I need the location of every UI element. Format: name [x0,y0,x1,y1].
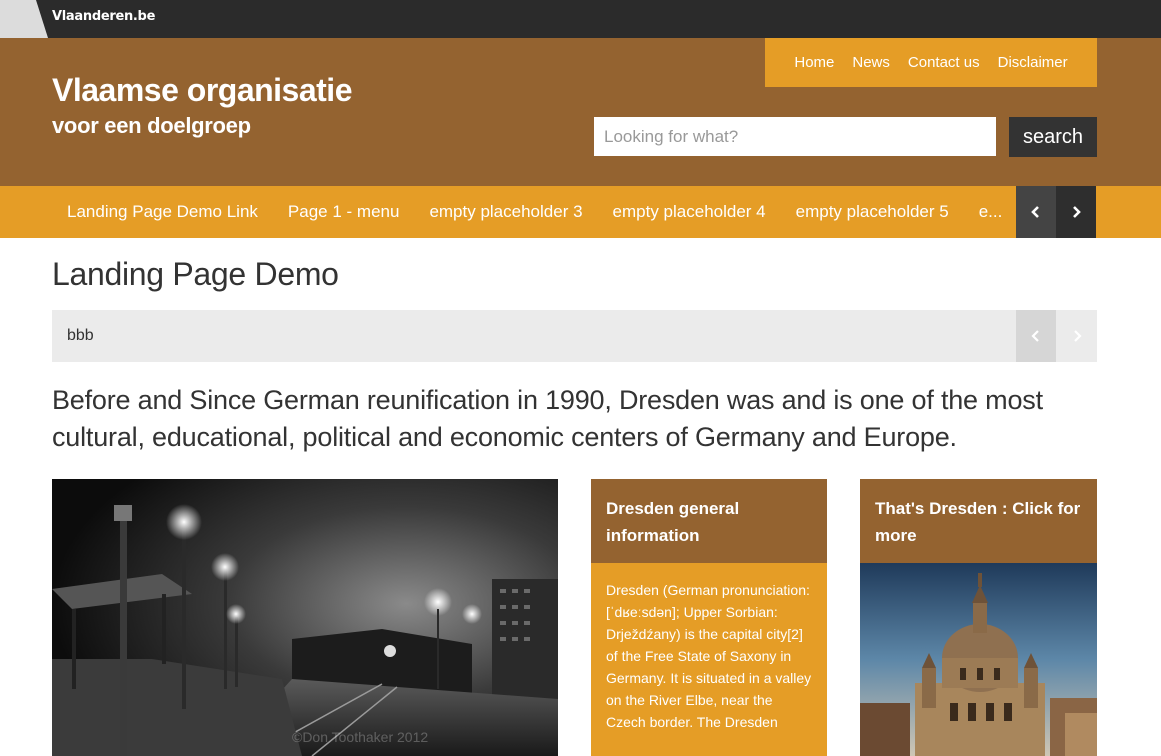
card-title[interactable]: Dresden general information [606,495,816,549]
train-station-photo[interactable]: ©Don Toothaker 2012 [52,479,558,756]
breadcrumb[interactable]: bbb [67,327,94,345]
utility-nav-contact[interactable]: Contact us [899,54,989,71]
site-subtitle: voor een doelgroep [52,113,251,138]
main-nav-item-placeholder-5[interactable]: empty placeholder 5 [781,202,964,222]
main-nav: Landing Page Demo Link Page 1 - menu emp… [0,186,1161,238]
chevron-left-icon [1031,206,1039,218]
search-button[interactable]: search [1009,117,1097,157]
utility-nav-home[interactable]: Home [785,54,843,71]
breadcrumb-next-button[interactable] [1056,310,1097,362]
train-station-image [52,479,558,756]
search-input[interactable] [594,117,996,156]
top-bar: Vlaanderen.be [0,0,1161,38]
utility-nav: Home News Contact us Disclaimer [765,38,1097,87]
breadcrumb-prev-button[interactable] [1016,310,1056,362]
lead-paragraph: Before and Since German reunification in… [52,385,1043,452]
card-thats-dresden[interactable]: That's Dresden : Click for more [860,479,1097,756]
site-title[interactable]: Vlaamse organisatie [52,72,352,109]
main-nav-item-placeholder-3[interactable]: empty placeholder 3 [414,202,597,222]
utility-nav-news[interactable]: News [843,54,899,71]
main-nav-item-placeholder-4[interactable]: empty placeholder 4 [598,202,781,222]
dresden-frauenkirche-image[interactable] [860,563,1097,756]
vlaanderen-link[interactable]: Vlaanderen.be [52,9,155,24]
chevron-right-icon [1073,206,1081,218]
page-title: Landing Page Demo [52,256,339,292]
card-dresden-info[interactable]: Dresden general information Dresden (Ger… [591,479,827,756]
site-header: Vlaamse organisatie voor een doelgroep H… [0,38,1161,186]
vlaanderen-logo-tab [0,0,48,38]
utility-nav-disclaimer[interactable]: Disclaimer [989,54,1077,71]
chevron-left-icon [1031,330,1039,342]
breadcrumb-bar: bbb [52,310,1097,362]
card-header: Dresden general information [591,479,827,563]
card-body: Dresden (German pronunciation: [ˈdʁeːsdə… [606,582,812,730]
card-title[interactable]: That's Dresden : Click for more [875,495,1085,549]
main-nav-prev-button[interactable] [1016,186,1056,238]
main-nav-items: Landing Page Demo Link Page 1 - menu emp… [52,186,1016,238]
main-nav-item-landing-page[interactable]: Landing Page Demo Link [52,202,273,222]
main-nav-item-truncated[interactable]: e... [964,202,1016,222]
main-nav-item-page-1[interactable]: Page 1 - menu [273,202,415,222]
photo-watermark: ©Don Toothaker 2012 [292,729,429,745]
chevron-right-icon [1073,330,1082,342]
main-nav-next-button[interactable] [1056,186,1096,238]
